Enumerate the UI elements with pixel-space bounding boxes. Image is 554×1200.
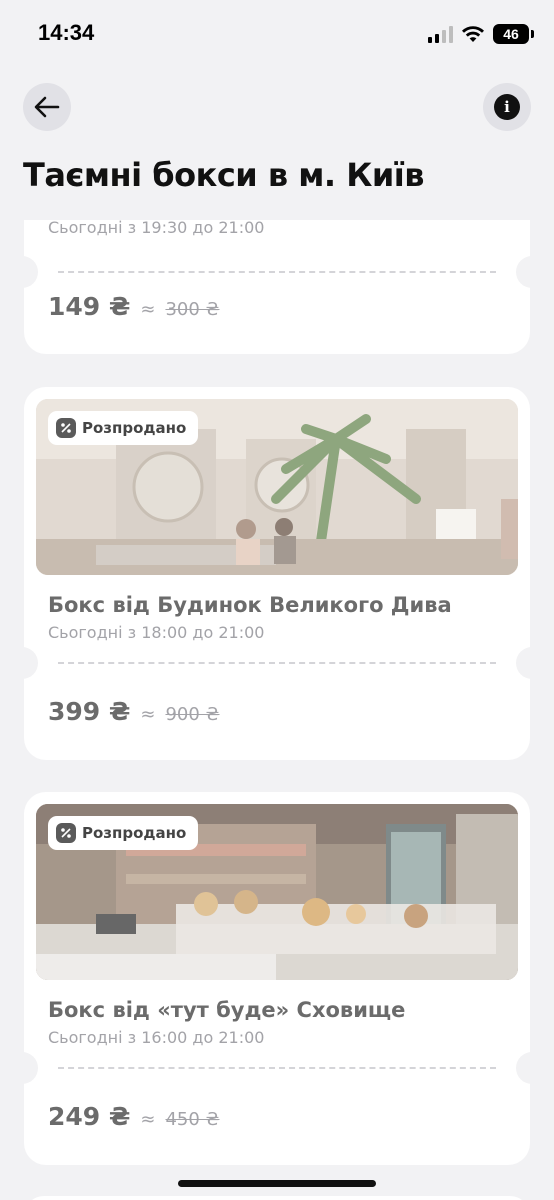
sold-out-label: Розпродано	[82, 419, 187, 437]
home-indicator[interactable]	[178, 1180, 376, 1187]
status-time: 14:34	[38, 20, 95, 45]
arrow-left-icon	[34, 96, 60, 118]
percent-badge-icon	[56, 823, 76, 843]
approx-sign: ≈	[140, 1109, 156, 1130]
card-time: Сьогодні з 16:00 до 21:00	[48, 1028, 265, 1047]
back-button[interactable]	[23, 83, 71, 131]
box-card[interactable]: Розпродано Бокс від «тут буде» Сховище С…	[6, 792, 548, 1165]
status-bar: 14:34 46	[0, 0, 554, 64]
ticket-divider	[58, 271, 496, 273]
venue-photo: Розпродано	[36, 399, 518, 575]
card-title: Бокс від Будинок Великого Дива	[48, 593, 452, 617]
approx-sign: ≈	[140, 299, 156, 320]
price: 249 ₴	[48, 1102, 131, 1131]
info-glyph: i	[504, 98, 510, 116]
ticket-divider	[58, 662, 496, 664]
box-card[interactable]	[24, 1196, 530, 1200]
ticket-notch-right	[516, 647, 548, 679]
box-card[interactable]: Розпродано Бокс від Будинок Великого Див…	[6, 387, 548, 760]
sold-out-label: Розпродано	[82, 824, 187, 842]
sold-out-badge: Розпродано	[48, 816, 199, 850]
old-price: 450 ₴	[165, 1109, 220, 1130]
status-icons: 46	[428, 22, 534, 46]
battery-level: 46	[503, 26, 519, 42]
ticket-notch-left	[6, 256, 38, 288]
sold-out-badge: Розпродано	[48, 411, 199, 445]
ticket-notch-right	[516, 256, 548, 288]
box-card[interactable]: Сьогодні з 19:30 до 21:00 149 ₴ ≈ 300 ₴	[6, 220, 548, 354]
info-icon: i	[494, 94, 520, 120]
price-row: 149 ₴ ≈ 300 ₴	[48, 292, 219, 321]
ticket-notch-left	[6, 647, 38, 679]
signal-icon	[428, 25, 453, 43]
card-time: Сьогодні з 19:30 до 21:00	[48, 220, 265, 237]
approx-sign: ≈	[140, 704, 156, 725]
card-time: Сьогодні з 18:00 до 21:00	[48, 623, 265, 642]
info-button[interactable]: i	[483, 83, 531, 131]
battery-icon: 46	[493, 24, 529, 44]
ticket-divider	[58, 1067, 496, 1069]
box-list[interactable]: Сьогодні з 19:30 до 21:00 149 ₴ ≈ 300 ₴	[0, 220, 554, 1200]
page-title: Таємні бокси в м. Київ	[23, 156, 424, 194]
ticket-notch-left	[6, 1052, 38, 1084]
old-price: 900 ₴	[165, 704, 220, 725]
battery-tip	[531, 30, 534, 38]
price: 399 ₴	[48, 697, 131, 726]
card-title: Бокс від «тут буде» Сховище	[48, 998, 406, 1022]
ticket-notch-right	[516, 1052, 548, 1084]
venue-photo: Розпродано	[36, 804, 518, 980]
percent-badge-icon	[56, 418, 76, 438]
wifi-icon	[461, 25, 485, 43]
old-price: 300 ₴	[165, 299, 220, 320]
price-row: 399 ₴ ≈ 900 ₴	[48, 697, 219, 726]
price-row: 249 ₴ ≈ 450 ₴	[48, 1102, 219, 1131]
price: 149 ₴	[48, 292, 131, 321]
